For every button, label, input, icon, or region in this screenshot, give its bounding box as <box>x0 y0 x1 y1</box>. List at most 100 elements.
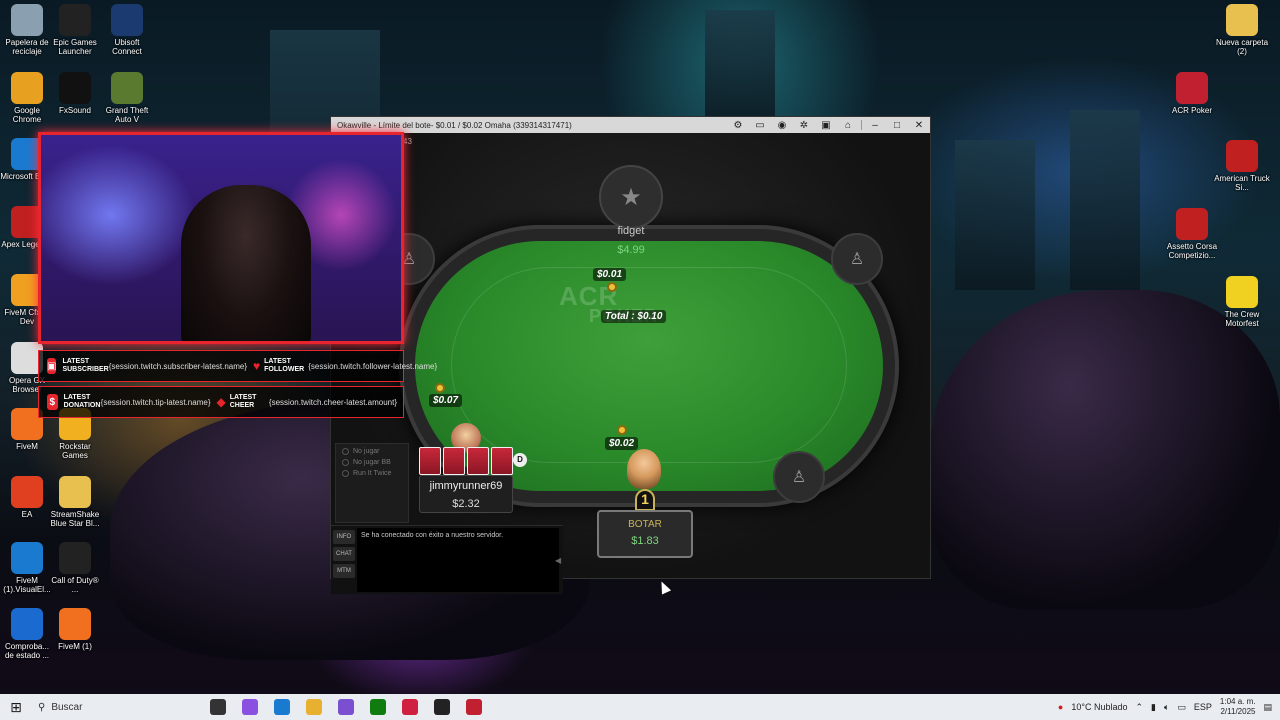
background-building <box>705 10 775 120</box>
obs-icon <box>434 699 450 715</box>
task-view-icon <box>210 699 226 715</box>
desktop-icon-label: The Crew Motorfest <box>1224 310 1260 328</box>
left-player-stack: $2.32 <box>452 498 480 510</box>
tab-chat[interactable]: CHAT <box>333 547 355 561</box>
desktop-icon[interactable]: Grand Theft Auto V <box>100 72 154 124</box>
chip-icon <box>607 282 617 292</box>
seat-count-fragment: 43 <box>403 137 412 146</box>
chrome-icon <box>11 72 43 104</box>
alert-row-subscriber: ▣ LATEST SUBSCRIBER {session.twitch.subs… <box>38 350 437 382</box>
taskbar-app[interactable] <box>234 694 266 720</box>
home-icon[interactable]: ⌂ <box>837 117 859 133</box>
cashier-icon[interactable]: ▭ <box>749 117 771 133</box>
taskbar-app[interactable] <box>362 694 394 720</box>
desktop-icon[interactable]: StreamShake Blue Star Bl... <box>48 476 102 528</box>
desktop-icon[interactable]: Call of Duty® ... <box>48 542 102 594</box>
weather-text[interactable]: 10°C Nublado <box>1071 702 1127 712</box>
notification-icon[interactable]: ▤ <box>1263 702 1272 713</box>
desktop-icon-label: Call of Duty® ... <box>51 576 99 594</box>
left-player-box[interactable]: jimmyrunner69 $2.32 <box>419 475 513 513</box>
option-run-it-twice[interactable]: Run It Twice <box>342 470 402 477</box>
cod-icon <box>59 542 91 574</box>
desktop-icon[interactable]: The Crew Motorfest <box>1214 276 1270 328</box>
chevron-up-icon[interactable]: ⌃ <box>1135 702 1143 713</box>
folder-icon <box>1226 4 1258 36</box>
desktop-icon[interactable]: Google Chrome <box>0 72 54 124</box>
tray-app-icon[interactable]: ▮ <box>1151 702 1156 713</box>
checkbox-icon[interactable] <box>342 448 349 455</box>
desktop-icon[interactable]: ACR Poker <box>1164 72 1220 115</box>
poker-window-titlebar[interactable]: Okawville - Límite del bote- $0.01 / $0.… <box>331 117 930 133</box>
desktop-icon-label: FiveM (1) <box>58 642 92 651</box>
chip-icon <box>617 425 627 435</box>
taskbar-app[interactable] <box>330 694 362 720</box>
tab-info[interactable]: INFO <box>333 530 355 544</box>
recycle-bin-icon <box>11 4 43 36</box>
assetto-corsa-icon <box>1176 208 1208 240</box>
empty-seat-right-bottom[interactable]: ♙ <box>773 451 825 503</box>
diamond-icon: ◆ <box>216 395 226 409</box>
close-icon[interactable]: ✕ <box>908 117 930 133</box>
hero-action-label: BOTAR <box>628 519 662 530</box>
desktop-icon-label: ACR Poker <box>1171 106 1212 115</box>
background-building <box>955 140 1035 290</box>
taskbar-search[interactable]: ⚲ Buscar <box>32 694 172 720</box>
desktop-icon[interactable]: American Truck Si... <box>1214 140 1270 192</box>
clock[interactable]: 1:04 a. m. 2/11/2025 <box>1220 697 1256 717</box>
desktop-icon[interactable]: Epic Games Launcher <box>48 4 102 56</box>
checkbox-icon[interactable] <box>342 470 349 477</box>
desktop-icon-label: FxSound <box>58 106 92 115</box>
ea-icon <box>11 476 43 508</box>
collapse-arrow-icon[interactable]: ◀ <box>555 556 561 565</box>
checkbox-icon[interactable] <box>342 459 349 466</box>
pot-total: Total : $0.10 <box>601 310 667 323</box>
search-icon: ⚲ <box>38 701 46 713</box>
empty-seat-right-top[interactable]: ♙ <box>831 233 883 285</box>
hero-avatar[interactable] <box>627 449 661 489</box>
desktop-icon[interactable]: EA <box>0 476 54 519</box>
taskbar-app[interactable] <box>298 694 330 720</box>
option-sit-out[interactable]: No jugar <box>342 448 402 455</box>
speaker-icon[interactable]: 🔈︎ <box>1164 702 1169 713</box>
taskbar-app[interactable] <box>458 694 490 720</box>
desktop-icon-label: StreamShake Blue Star Bl... <box>50 510 100 528</box>
option-sit-out-bb[interactable]: No jugar BB <box>342 459 402 466</box>
desktop-icon[interactable]: Nueva carpeta (2) <box>1214 4 1270 56</box>
network-icon[interactable]: ▭ <box>1177 702 1186 713</box>
poker-table-window[interactable]: Okawville - Límite del bote- $0.01 / $0.… <box>330 116 931 595</box>
taskbar-app[interactable] <box>266 694 298 720</box>
desktop-icon[interactable]: Ubisoft Connect <box>100 4 154 56</box>
taskbar-app[interactable] <box>394 694 426 720</box>
card-back <box>491 447 513 475</box>
layout-icon[interactable]: ▣ <box>815 117 837 133</box>
maximize-icon[interactable]: □ <box>886 117 908 133</box>
desktop-icon[interactable]: Papelera de reciclaje <box>0 4 54 56</box>
crew-icon <box>1226 276 1258 308</box>
taskbar-app[interactable] <box>202 694 234 720</box>
desktop-icon[interactable]: Comproba... de estado ... <box>0 608 54 660</box>
clock-time: 1:04 a. m. <box>1219 697 1256 706</box>
language-indicator[interactable]: ESP <box>1194 702 1212 712</box>
hero-player-box[interactable]: BOTAR $1.83 <box>597 510 693 558</box>
option-label: No jugar <box>353 448 380 455</box>
edge-icon <box>11 542 43 574</box>
acr-poker-icon <box>466 699 482 715</box>
weather-icon[interactable]: ● <box>1058 702 1063 712</box>
hero-seat-number: 1 <box>635 489 655 511</box>
windows-start-icon[interactable]: ⊞ <box>0 694 32 720</box>
minimize-icon[interactable]: – <box>864 117 886 133</box>
window-title: Okawville - Límite del bote- $0.01 / $0.… <box>337 120 572 130</box>
desktop-icon[interactable]: FiveM (1) <box>48 608 102 651</box>
hero-bet: $0.02 <box>605 437 639 450</box>
alert-row-donation: $ LATEST DONATION {session.twitch.tip-la… <box>38 386 404 418</box>
gear-icon[interactable]: ⚙ <box>727 117 749 133</box>
tab-mtm[interactable]: MTM <box>333 564 355 578</box>
eye-icon[interactable]: ◉ <box>771 117 793 133</box>
desktop-icon[interactable]: Assetto Corsa Competizio... <box>1164 208 1220 260</box>
seat-top-avatar[interactable]: ★ <box>599 165 663 229</box>
taskbar-app[interactable] <box>426 694 458 720</box>
desktop-icon[interactable]: FiveM (1).VisualEl... <box>0 542 54 594</box>
alert-mid-label: LATEST FOLLOWER <box>264 358 305 373</box>
settings-wheel-icon[interactable]: ✲ <box>793 117 815 133</box>
desktop-icon[interactable]: FxSound <box>48 72 102 115</box>
